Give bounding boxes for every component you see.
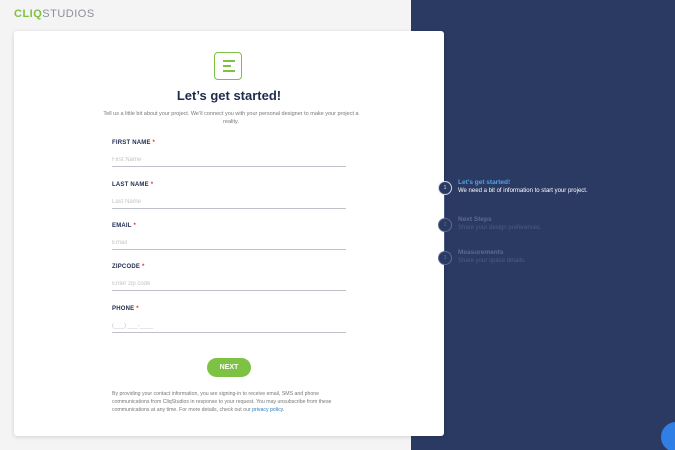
intro-text: Tell us a little bit about your project.…: [103, 111, 359, 125]
step-number-2: 2: [438, 218, 452, 232]
privacy-policy-link[interactable]: privacy policy.: [252, 407, 284, 413]
phone-label: PHONE *: [112, 306, 139, 312]
logo-suffix: STUDIOS: [42, 8, 95, 20]
form-document-icon: [214, 52, 242, 80]
email-label: EMAIL *: [112, 223, 136, 229]
logo-prefix: CLIQ: [14, 8, 43, 20]
step-number-1: 1: [438, 181, 452, 195]
page-title: Let’s get started!: [176, 88, 282, 103]
phone-field: PHONE *: [112, 306, 346, 333]
brand-logo[interactable]: CLIQSTUDIOS: [14, 8, 95, 20]
step-description: We need a bit of information to start yo…: [458, 188, 588, 194]
step-description: Share your design preferences.: [458, 225, 542, 231]
first-name-input[interactable]: [112, 153, 346, 167]
zipcode-label: ZIPCODE *: [112, 264, 145, 270]
next-button[interactable]: NEXT: [207, 358, 251, 377]
email-input[interactable]: [112, 236, 346, 250]
first-name-field: FIRST NAME *: [112, 140, 346, 167]
zipcode-input[interactable]: [112, 277, 346, 291]
phone-input[interactable]: [112, 319, 346, 333]
step-number-3: 3: [438, 251, 452, 265]
last-name-input[interactable]: [112, 195, 346, 209]
email-field: EMAIL *: [112, 223, 346, 250]
disclaimer-text: By providing your contact information, y…: [112, 391, 332, 413]
last-name-label: LAST NAME *: [112, 182, 154, 188]
step-title: Measurements: [458, 249, 504, 256]
first-name-label: FIRST NAME *: [112, 140, 156, 146]
step-title: Let’s get started!: [458, 179, 511, 186]
step-description: Share your space details.: [458, 258, 526, 264]
last-name-field: LAST NAME *: [112, 182, 346, 209]
step-title: Next Steps: [458, 216, 492, 223]
zipcode-field: ZIPCODE *: [112, 264, 346, 291]
